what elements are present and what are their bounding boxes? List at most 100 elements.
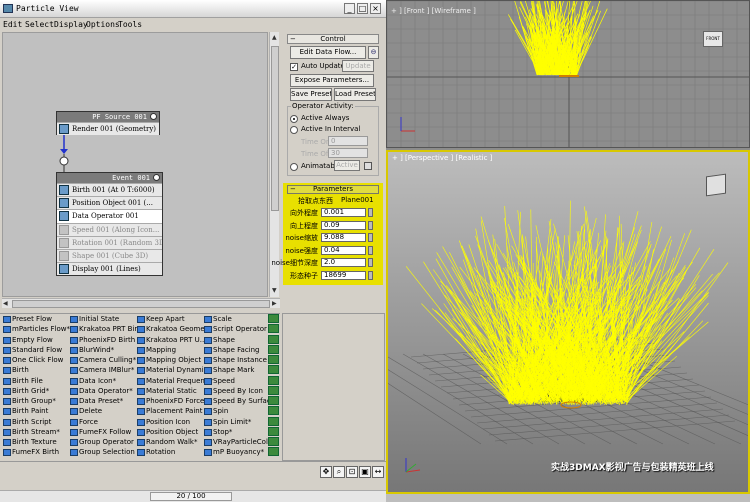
parameters-rollout-header[interactable]: − Parameters: [287, 185, 379, 194]
active-button[interactable]: Active: [334, 160, 360, 171]
param-spinner[interactable]: [368, 208, 373, 217]
depot-item[interactable]: One Click Flow: [2, 355, 68, 365]
depot-item[interactable]: Force: [69, 417, 135, 427]
depot-item[interactable]: Birth Grid*: [2, 386, 68, 396]
no-zoom-icon[interactable]: ↔: [372, 466, 384, 478]
operator-2[interactable]: Data Operator 001: [57, 209, 162, 223]
depot-item[interactable]: Birth File: [2, 376, 68, 386]
param-value-field[interactable]: 0.09: [321, 220, 366, 230]
maximize-button[interactable]: □: [357, 3, 368, 14]
depot-item[interactable]: Birth Texture: [2, 437, 68, 447]
param-spinner[interactable]: [368, 220, 373, 230]
depot-item[interactable]: Position Icon: [136, 417, 202, 427]
depot-item[interactable]: Spin: [203, 406, 269, 416]
param-value-field[interactable]: 0.04: [321, 245, 366, 255]
time-off-field[interactable]: 30: [328, 148, 368, 158]
depot-item[interactable]: mParticles Flow*: [2, 324, 70, 334]
load-preset-button[interactable]: Load Preset: [334, 88, 376, 101]
canvas-horizontal-scrollbar[interactable]: ◀ ▶: [2, 298, 280, 308]
front-viewport[interactable]: + ] [Front ] [Wireframe ] FRONT: [386, 0, 750, 148]
depot-item[interactable]: BlurWind*: [69, 345, 135, 355]
depot-item[interactable]: Scale: [203, 314, 269, 324]
menu-tools[interactable]: Tools: [118, 20, 142, 29]
save-preset-button[interactable]: Save Preset: [290, 88, 332, 101]
scroll-thumb[interactable]: [271, 46, 279, 211]
menu-display[interactable]: Display: [54, 20, 88, 29]
depot-item[interactable]: Birth Paint: [2, 406, 68, 416]
control-rollout-header[interactable]: − Control: [287, 34, 379, 44]
operator-5[interactable]: Shape 001 (Cube 3D): [57, 248, 162, 263]
menu-select[interactable]: Select: [25, 20, 54, 29]
zoom-icon[interactable]: ⌕: [333, 466, 345, 478]
depot-item[interactable]: Birth Group*: [2, 396, 68, 406]
edit-data-flow-button[interactable]: Edit Data Flow...: [290, 46, 366, 59]
depot-item[interactable]: Material Dynamic: [136, 365, 208, 375]
active-in-interval-radio[interactable]: [290, 126, 298, 134]
perspective-viewport-label[interactable]: + ] [Perspective ] [Realistic ]: [392, 154, 492, 162]
depot-item[interactable]: Shape Instance: [203, 355, 269, 365]
depot-item[interactable]: mP Buoyancy*: [203, 447, 269, 457]
depot-item[interactable]: FumeFX Birth: [2, 447, 68, 457]
depot-item[interactable]: Random Walk*: [136, 437, 202, 447]
zoom-extents-icon[interactable]: ▣: [359, 466, 371, 478]
lock-icon[interactable]: ⊖: [368, 46, 379, 59]
depot-item[interactable]: Preset Flow: [2, 314, 68, 324]
depot-item[interactable]: Shape: [203, 335, 269, 345]
flow-canvas[interactable]: PF Source 001 Render 001 (Geometry) Even…: [2, 32, 268, 297]
depot-item[interactable]: Rotation: [136, 447, 202, 457]
depot-item[interactable]: Stop*: [203, 427, 269, 437]
depot-item[interactable]: PhoenixFD Force: [136, 396, 204, 406]
close-button[interactable]: ×: [370, 3, 381, 14]
viewcube-icon[interactable]: [706, 173, 726, 197]
menu-edit[interactable]: Edit: [3, 20, 22, 29]
depot-item[interactable]: Birth: [2, 365, 68, 375]
menu-options[interactable]: Options: [86, 20, 120, 29]
animatable-radio[interactable]: [290, 163, 298, 171]
depot-item[interactable]: Initial State: [69, 314, 135, 324]
auto-update-checkbox[interactable]: ✓: [290, 63, 298, 71]
param-value-field[interactable]: 18699: [321, 270, 366, 280]
pick-object-value[interactable]: Plane001: [341, 196, 374, 204]
param-spinner[interactable]: [368, 258, 373, 267]
event-001[interactable]: Event 001 Birth 001 (At 0 T:6000) Positio…: [56, 172, 163, 276]
depot-item[interactable]: Delete: [69, 406, 135, 416]
depot-item[interactable]: Speed By Icon: [203, 386, 269, 396]
time-slider[interactable]: 20 / 100: [0, 490, 386, 502]
perspective-viewport[interactable]: + ] [Perspective ] [Realistic ] 实战3DMAX影…: [386, 150, 750, 494]
minimize-button[interactable]: _: [344, 3, 355, 14]
scroll-thumb[interactable]: [12, 300, 270, 308]
zoom-region-icon[interactable]: ⊡: [346, 466, 358, 478]
param-value-field[interactable]: 0.001: [321, 208, 366, 217]
depot-item[interactable]: VRayParticleColor: [203, 437, 275, 447]
depot-item[interactable]: Standard Flow: [2, 345, 68, 355]
operator-6[interactable]: Display 001 (Lines): [57, 262, 162, 276]
operator-3[interactable]: Speed 001 (Along Icon...: [57, 222, 162, 236]
expose-parameters-button[interactable]: Expose Parameters...: [290, 74, 374, 87]
active-always-radio[interactable]: [290, 115, 298, 123]
depot-item[interactable]: Shape Mark: [203, 365, 269, 375]
update-button[interactable]: Update: [342, 60, 374, 72]
depot-item[interactable]: Krakatoa PRT Bir...: [69, 324, 143, 334]
depot-item[interactable]: Camera IMBlur*: [69, 365, 135, 375]
depot-item[interactable]: Group Selection: [69, 447, 135, 457]
depot-item[interactable]: Speed: [203, 376, 269, 386]
viewcube-icon[interactable]: FRONT: [703, 31, 723, 47]
depot-item[interactable]: Camera Culling*: [69, 355, 136, 365]
depot-item[interactable]: Placement Paint: [136, 406, 202, 416]
param-value-field[interactable]: 2.0: [321, 258, 366, 267]
depot-item[interactable]: Krakatoa PRT U...: [136, 335, 206, 345]
depot-item[interactable]: Data Icon*: [69, 376, 135, 386]
depot-item[interactable]: Material Frequency: [136, 376, 213, 386]
depot-item[interactable]: Material Static: [136, 386, 202, 396]
depot-item[interactable]: Krakatoa Geome...: [136, 324, 211, 334]
param-spinner[interactable]: [368, 270, 373, 280]
depot-item[interactable]: Mapping Object: [136, 355, 202, 365]
front-viewport-label[interactable]: + ] [Front ] [Wireframe ]: [391, 7, 476, 15]
param-spinner[interactable]: [368, 245, 373, 255]
depot-item[interactable]: Mapping: [136, 345, 202, 355]
depot-item[interactable]: Script Operator: [203, 324, 269, 334]
depot-item[interactable]: FumeFX Follow: [69, 427, 135, 437]
depot-item[interactable]: Shape Facing: [203, 345, 269, 355]
param-value-field[interactable]: 9.088: [321, 233, 366, 242]
active-checkbox[interactable]: [364, 162, 372, 170]
